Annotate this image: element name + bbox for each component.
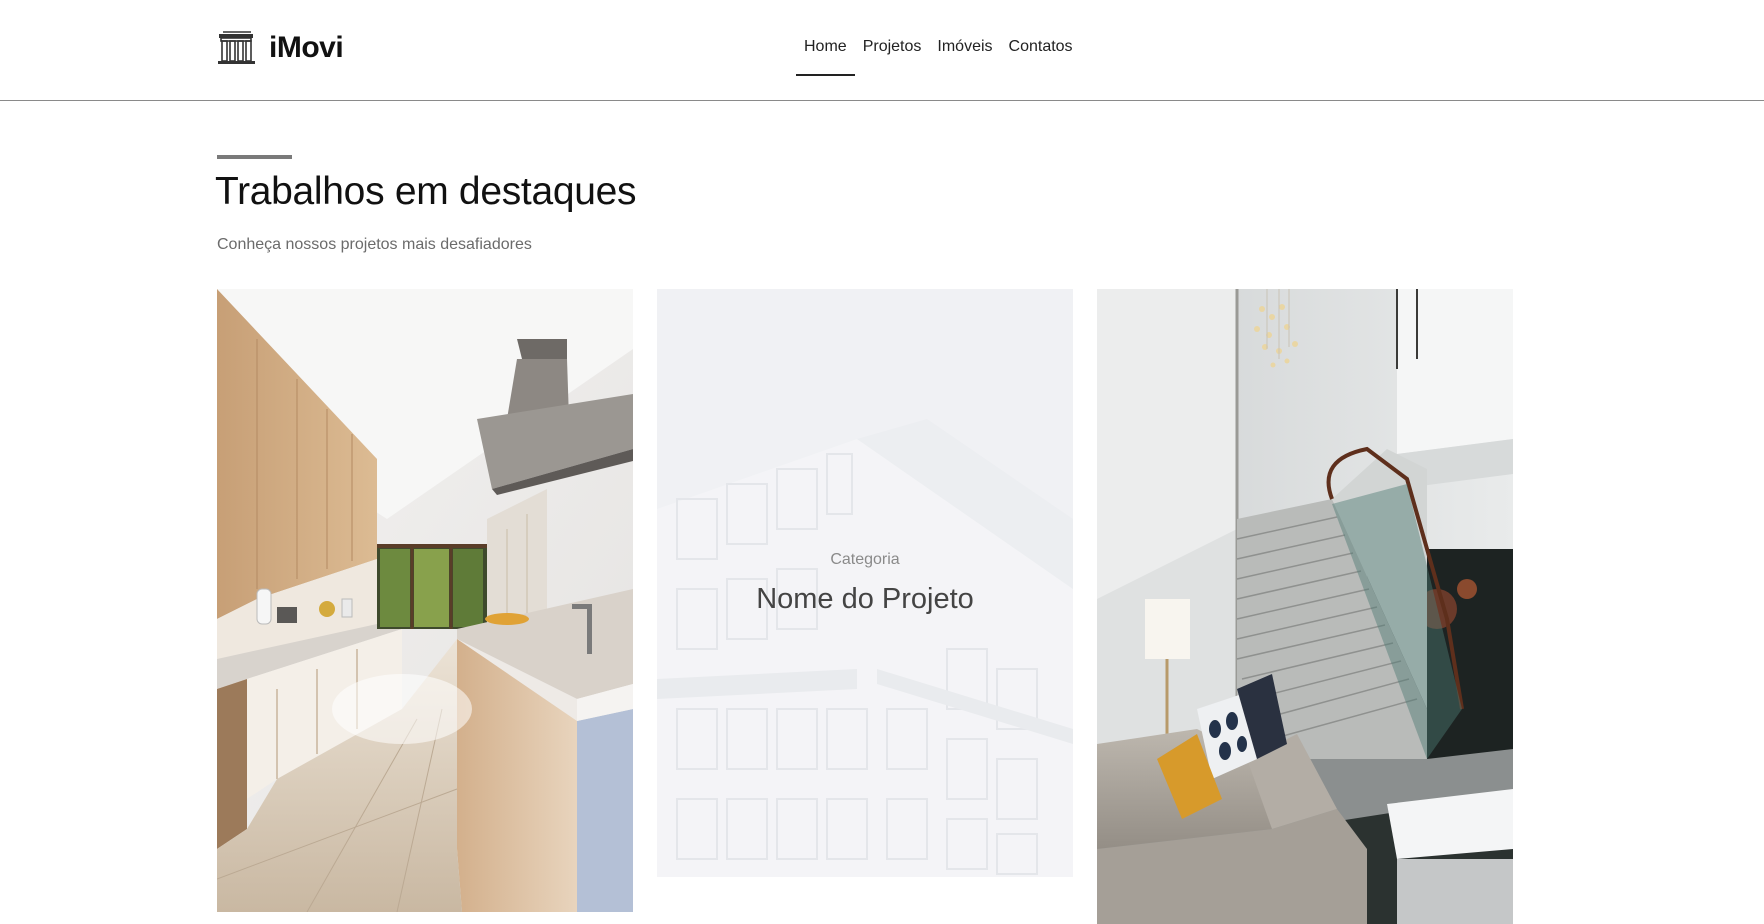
site-header: iMovi Home Projetos Imóveis Contatos	[0, 0, 1764, 101]
nav-item-projetos[interactable]: Projetos	[855, 38, 930, 74]
nav-item-home[interactable]: Home	[796, 38, 855, 76]
brand-logo-link[interactable]: iMovi	[217, 30, 344, 66]
staircase-lobby-photo	[1097, 289, 1513, 924]
building-icon	[218, 31, 255, 64]
kitchen-photo	[217, 289, 633, 912]
section-title: Trabalhos em destaques	[215, 170, 637, 213]
project-card-staircase[interactable]	[1097, 289, 1513, 924]
nav-item-contatos[interactable]: Contatos	[1001, 38, 1081, 74]
main-nav: Home Projetos Imóveis Contatos	[796, 38, 1081, 76]
building-facade-photo	[657, 289, 1073, 877]
nav-item-imoveis[interactable]: Imóveis	[929, 38, 1000, 74]
project-card-featured[interactable]: Categoria Nome do Projeto	[657, 289, 1073, 877]
brand-name: iMovi	[269, 31, 344, 64]
section-subtitle: Conheça nossos projetos mais desafiadore…	[217, 236, 532, 253]
project-card-kitchen[interactable]	[217, 289, 633, 912]
section-accent-rule	[217, 155, 292, 159]
